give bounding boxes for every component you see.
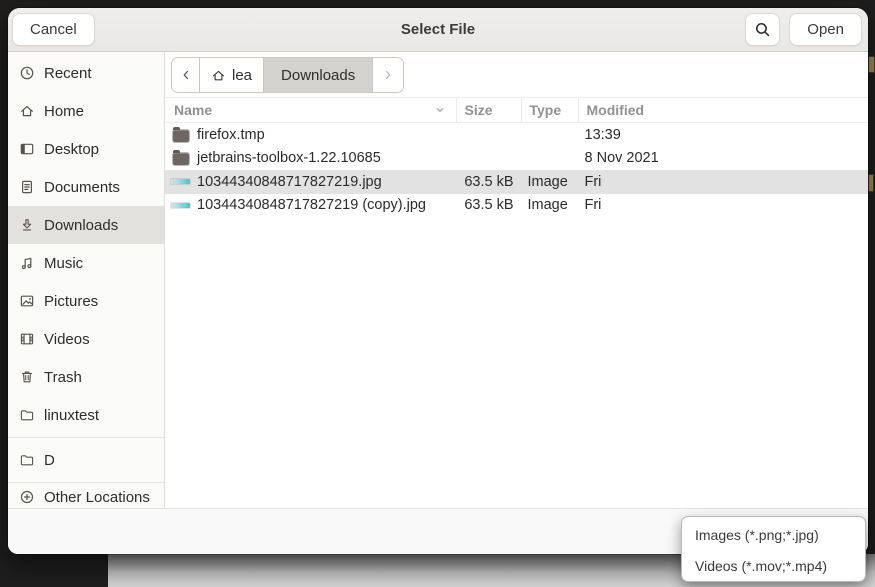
- chevron-left-icon: [179, 68, 193, 82]
- sidebar-item-label: linuxtest: [44, 407, 99, 424]
- file-row[interactable]: 10344340848717827219 (copy).jpg 63.5 kB …: [165, 194, 868, 218]
- filter-option-videos[interactable]: Videos (*.mov;*.mp4): [682, 550, 865, 581]
- image-thumbnail-icon: [171, 203, 190, 208]
- search-icon: [754, 21, 771, 38]
- sidebar-item-label: Documents: [44, 179, 120, 196]
- column-label: Name: [174, 102, 212, 118]
- file-row-selected[interactable]: 10344340848717827219.jpg 63.5 kB Image F…: [165, 170, 868, 194]
- file-size: 63.5 kB: [455, 197, 520, 213]
- sidebar-separator: [8, 482, 164, 483]
- sidebar-item-label: Desktop: [44, 141, 99, 158]
- file-name: jetbrains-toolbox-1.22.10685: [197, 150, 381, 166]
- column-header-type[interactable]: Type: [521, 98, 578, 122]
- file-name: 10344340848717827219 (copy).jpg: [197, 197, 426, 213]
- dialog-content: Recent Home Desktop: [8, 52, 868, 508]
- download-icon: [19, 217, 35, 233]
- sidebar-item-d[interactable]: D: [8, 441, 164, 479]
- folder-icon: [173, 130, 189, 142]
- background-artifact: [868, 56, 875, 73]
- background-artifact: [868, 174, 874, 192]
- folder-icon: [19, 452, 35, 468]
- file-modified: Fri: [577, 174, 869, 190]
- film-icon: [19, 331, 35, 347]
- sidebar-separator: [8, 437, 164, 438]
- headerbar-actions: Open: [745, 13, 862, 46]
- sidebar-item-videos[interactable]: Videos: [8, 320, 164, 358]
- sidebar-item-label: Trash: [44, 369, 82, 386]
- column-header-modified[interactable]: Modified: [578, 98, 869, 122]
- file-filter-popup: Images (*.png;*.jpg) Videos (*.mov;*.mp4…: [681, 516, 866, 582]
- picture-icon: [19, 293, 35, 309]
- column-header-size[interactable]: Size: [456, 98, 521, 122]
- sidebar-item-label: Videos: [44, 331, 90, 348]
- clock-icon: [19, 65, 35, 81]
- file-modified: 8 Nov 2021: [577, 150, 869, 166]
- breadcrumb-current[interactable]: Downloads: [264, 58, 373, 92]
- folder-icon: [19, 407, 35, 423]
- sidebar-item-pictures[interactable]: Pictures: [8, 282, 164, 320]
- home-icon: [19, 103, 35, 119]
- pathbar-row: lea Downloads: [165, 52, 868, 97]
- desktop-icon: [19, 141, 35, 157]
- chevron-right-icon: [381, 68, 395, 82]
- file-row[interactable]: jetbrains-toolbox-1.22.10685 8 Nov 2021: [165, 147, 868, 171]
- sidebar-item-recent[interactable]: Recent: [8, 54, 164, 92]
- file-type: Image: [520, 174, 577, 190]
- sidebar-item-label: Music: [44, 255, 83, 272]
- search-button[interactable]: [745, 13, 780, 46]
- places-sidebar: Recent Home Desktop: [8, 52, 165, 508]
- file-type: Image: [520, 197, 577, 213]
- file-name-cell: 10344340848717827219.jpg: [165, 174, 455, 190]
- breadcrumb: lea Downloads: [171, 57, 404, 93]
- sidebar-item-label: Pictures: [44, 293, 98, 310]
- file-name-cell: firefox.tmp: [165, 127, 455, 143]
- music-note-icon: [19, 255, 35, 271]
- file-modified: Fri: [577, 197, 869, 213]
- breadcrumb-home[interactable]: lea: [200, 58, 264, 92]
- sidebar-item-home[interactable]: Home: [8, 92, 164, 130]
- sidebar-item-desktop[interactable]: Desktop: [8, 130, 164, 168]
- plus-circle-icon: [19, 489, 35, 505]
- cancel-button[interactable]: Cancel: [12, 13, 95, 46]
- sidebar-item-music[interactable]: Music: [8, 244, 164, 282]
- back-button[interactable]: [172, 58, 200, 92]
- list-column-headers: Name Size Type Modified: [165, 97, 868, 123]
- sidebar-item-linuxtest[interactable]: linuxtest: [8, 396, 164, 434]
- dialog-title: Select File: [8, 21, 868, 38]
- breadcrumb-home-label: lea: [232, 67, 252, 84]
- file-size: 63.5 kB: [455, 174, 520, 190]
- file-chooser-dialog: Cancel Select File Open: [8, 8, 868, 554]
- file-browser: lea Downloads Name: [165, 52, 868, 508]
- file-row[interactable]: firefox.tmp 13:39: [165, 123, 868, 147]
- open-button[interactable]: Open: [789, 13, 862, 46]
- file-name: 10344340848717827219.jpg: [197, 174, 382, 190]
- forward-button[interactable]: [373, 58, 403, 92]
- document-icon: [19, 179, 35, 195]
- file-name-cell: jetbrains-toolbox-1.22.10685: [165, 150, 455, 166]
- chevron-down-icon: [433, 103, 447, 117]
- sidebar-item-label: Downloads: [44, 217, 118, 234]
- file-name: firefox.tmp: [197, 127, 265, 143]
- column-header-name[interactable]: Name: [165, 102, 456, 118]
- sidebar-item-label: Other Locations: [44, 489, 150, 506]
- home-icon: [211, 68, 226, 83]
- sidebar-item-label: D: [44, 452, 55, 469]
- file-name-cell: 10344340848717827219 (copy).jpg: [165, 197, 455, 213]
- file-modified: 13:39: [577, 127, 869, 143]
- sidebar-item-label: Home: [44, 103, 84, 120]
- sidebar-item-label: Recent: [44, 65, 92, 82]
- sidebar-item-documents[interactable]: Documents: [8, 168, 164, 206]
- filter-option-images[interactable]: Images (*.png;*.jpg): [682, 519, 865, 550]
- headerbar: Cancel Select File Open: [8, 8, 868, 52]
- sidebar-item-downloads[interactable]: Downloads: [8, 206, 164, 244]
- folder-icon: [173, 153, 189, 165]
- sidebar-item-trash[interactable]: Trash: [8, 358, 164, 396]
- image-thumbnail-icon: [171, 179, 190, 184]
- sidebar-item-other-locations[interactable]: Other Locations: [8, 486, 164, 508]
- trash-icon: [19, 369, 35, 385]
